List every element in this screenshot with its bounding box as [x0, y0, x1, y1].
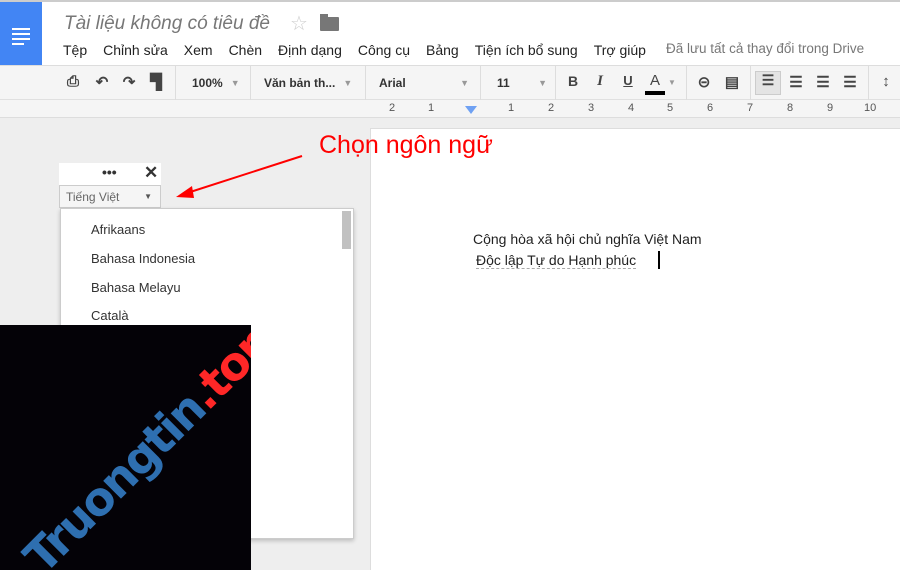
zoom-value: 100%: [192, 76, 223, 90]
save-status[interactable]: Đã lưu tất cả thay đổi trong Drive: [666, 41, 864, 56]
style-select[interactable]: Văn bản th... ▼: [264, 66, 352, 100]
ruler-label: 1: [428, 102, 435, 114]
menu-view[interactable]: Xem: [184, 42, 213, 58]
watermark-logo: Truongtin.top: [0, 325, 251, 570]
menu-insert[interactable]: Chèn: [229, 42, 262, 58]
ruler-label: 9: [827, 102, 834, 114]
annotation-arrow-icon: [176, 155, 303, 198]
chevron-down-icon: ▼: [538, 78, 547, 88]
document-page[interactable]: Cộng hòa xã hội chủ nghĩa Việt Nam Độc l…: [370, 128, 900, 570]
document-title[interactable]: Tài liệu không có tiêu đề: [64, 13, 270, 35]
menu-bar: Tệp Chỉnh sửa Xem Chèn Định dạng Công cụ…: [63, 42, 662, 58]
language-option[interactable]: Afrikaans: [91, 222, 145, 237]
close-icon[interactable]: ✕: [144, 163, 158, 183]
watermark-main: Truongtin: [13, 381, 216, 570]
align-center-icon[interactable]: ☰: [786, 73, 806, 91]
print-icon[interactable]: ⎙: [63, 73, 83, 90]
menu-addons[interactable]: Tiện ích bổ sung: [475, 42, 578, 58]
language-option[interactable]: Bahasa Melayu: [91, 280, 181, 295]
ruler-label: 6: [707, 102, 714, 114]
ruler-label: 4: [628, 102, 635, 114]
undo-icon[interactable]: ↶: [92, 73, 112, 91]
ruler-label: 3: [588, 102, 595, 114]
header: Tài liệu không có tiêu đề ☆ Tệp Chỉnh sử…: [0, 0, 900, 67]
menu-tools[interactable]: Công cụ: [358, 42, 410, 58]
ruler-label: 7: [747, 102, 754, 114]
annotation-label: Chọn ngôn ngữ: [319, 131, 493, 159]
redo-icon[interactable]: ↷: [119, 73, 139, 91]
chevron-down-icon[interactable]: ▼: [667, 78, 677, 87]
line-spacing-icon[interactable]: ↕: [876, 73, 896, 90]
chevron-down-icon: ▼: [460, 78, 469, 88]
document-line-2[interactable]: Độc lập Tự do Hạnh phúc: [476, 252, 637, 269]
language-selected-value: Tiếng Việt: [66, 190, 120, 204]
align-left-icon[interactable]: ☰: [755, 71, 781, 95]
ruler-label: 1: [508, 102, 515, 114]
language-select[interactable]: Tiếng Việt ▼: [59, 185, 161, 208]
paint-format-icon[interactable]: ▜: [146, 73, 166, 91]
font-size-value: 11: [497, 76, 510, 90]
chevron-down-icon: ▼: [230, 78, 240, 88]
folder-icon[interactable]: [320, 14, 339, 31]
underline-icon[interactable]: U: [618, 73, 638, 88]
ruler-label: 2: [548, 102, 555, 114]
scrollbar[interactable]: [342, 211, 351, 249]
chevron-down-icon: ▼: [343, 78, 353, 88]
font-size-select[interactable]: 11 ▼: [497, 66, 547, 100]
ruler[interactable]: 2 1 1 2 3 4 5 6 7 8 9 10: [0, 100, 900, 118]
ruler-label: 8: [787, 102, 794, 114]
menu-table[interactable]: Bảng: [426, 42, 459, 58]
language-option[interactable]: Català: [91, 308, 129, 323]
document-line-1[interactable]: Cộng hòa xã hội chủ nghĩa Việt Nam: [473, 231, 702, 247]
ruler-label: 5: [667, 102, 674, 114]
menu-file[interactable]: Tệp: [63, 42, 87, 58]
comment-icon[interactable]: ▤: [722, 73, 742, 91]
bold-icon[interactable]: B: [563, 73, 583, 89]
language-option[interactable]: Bahasa Indonesia: [91, 251, 195, 266]
language-widget-header: ••• ✕: [59, 163, 161, 185]
font-select[interactable]: Arial ▼: [379, 66, 469, 100]
zoom-select[interactable]: 100% ▼: [192, 66, 240, 100]
star-icon[interactable]: ☆: [290, 11, 308, 36]
font-value: Arial: [379, 76, 406, 90]
menu-format[interactable]: Định dạng: [278, 42, 342, 58]
text-color-icon[interactable]: A: [645, 73, 665, 95]
menu-help[interactable]: Trợ giúp: [594, 42, 646, 58]
menu-edit[interactable]: Chỉnh sửa: [103, 42, 168, 58]
align-right-icon[interactable]: ☰: [813, 73, 833, 91]
style-value: Văn bản th...: [264, 76, 336, 90]
indent-marker-icon[interactable]: [465, 106, 477, 114]
ruler-label: 2: [389, 102, 396, 114]
link-icon[interactable]: ⊝: [694, 73, 714, 91]
align-justify-icon[interactable]: ☰: [840, 73, 860, 91]
italic-icon[interactable]: I: [590, 73, 610, 90]
ruler-label: 10: [864, 102, 877, 114]
chevron-down-icon: ▼: [144, 192, 152, 201]
toolbar: ⎙ ↶ ↷ ▜ 100% ▼ Văn bản th... ▼ Arial ▼ 11 ▼ …: [0, 65, 900, 100]
text-cursor: [658, 251, 660, 269]
docs-logo-icon[interactable]: [0, 2, 42, 67]
more-options-icon[interactable]: •••: [102, 164, 117, 180]
